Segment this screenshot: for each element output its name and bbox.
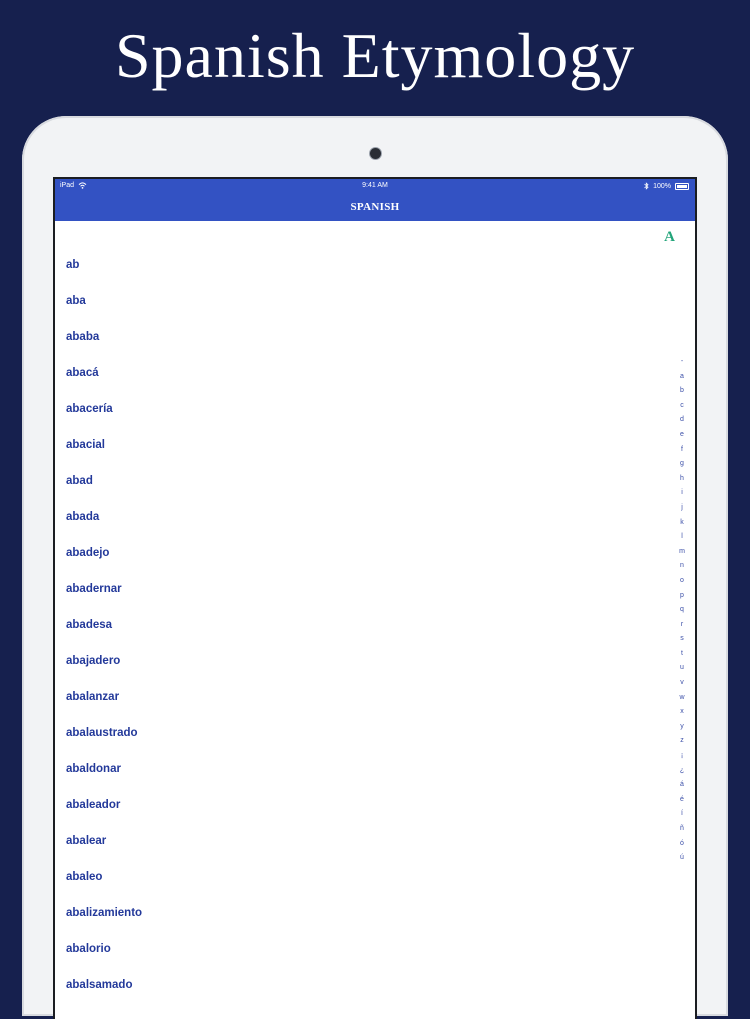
word-list-item[interactable]: abalsamado	[55, 967, 655, 1003]
index-letter[interactable]: -	[677, 355, 687, 370]
index-letter[interactable]: ó	[677, 837, 687, 852]
status-bar: iPad 9:41 AM 100%	[55, 179, 695, 193]
word-list-item[interactable]: abalanzar	[55, 679, 655, 715]
index-letter[interactable]: á	[677, 778, 687, 793]
battery-icon	[675, 182, 689, 190]
index-letter[interactable]: o	[677, 574, 687, 589]
word-list-item[interactable]: abaleador	[55, 787, 655, 823]
status-time: 9:41 AM	[362, 182, 388, 189]
nav-title: SPANISH	[350, 201, 400, 213]
index-letter[interactable]: x	[677, 705, 687, 720]
word-list-item[interactable]: ab	[55, 247, 655, 283]
index-letter[interactable]: i	[677, 486, 687, 501]
word-list-item[interactable]: abad	[55, 463, 655, 499]
index-letter[interactable]: q	[677, 603, 687, 618]
index-letter[interactable]: í	[677, 807, 687, 822]
index-letter[interactable]: c	[677, 399, 687, 414]
index-letter[interactable]: p	[677, 589, 687, 604]
index-letter[interactable]: z	[677, 734, 687, 749]
index-letter[interactable]: r	[677, 618, 687, 633]
front-camera	[370, 148, 381, 159]
index-letter[interactable]: w	[677, 691, 687, 706]
alphabet-index[interactable]: - a b c d e f g h i j k l m n o p q r s t u v w x y z ¡ ¿ á é í ñ ó ú	[677, 355, 687, 866]
index-letter[interactable]: ¡	[677, 749, 687, 764]
ipad-frame: iPad 9:41 AM 100% SPANISH A ab aba ababa ab…	[22, 116, 728, 1019]
index-letter[interactable]: a	[677, 370, 687, 385]
index-letter[interactable]: b	[677, 384, 687, 399]
index-letter[interactable]: g	[677, 457, 687, 472]
index-letter[interactable]: s	[677, 632, 687, 647]
navigation-bar: SPANISH	[55, 193, 695, 221]
index-letter[interactable]: n	[677, 559, 687, 574]
word-list-item[interactable]: abacá	[55, 355, 655, 391]
index-letter[interactable]: u	[677, 661, 687, 676]
index-letter[interactable]: m	[677, 545, 687, 560]
index-letter[interactable]: l	[677, 530, 687, 545]
word-list-item[interactable]: abalaustrado	[55, 715, 655, 751]
index-letter[interactable]: é	[677, 793, 687, 808]
word-list-item[interactable]: ababa	[55, 319, 655, 355]
index-letter[interactable]: k	[677, 516, 687, 531]
index-letter[interactable]: d	[677, 413, 687, 428]
index-letter[interactable]: h	[677, 472, 687, 487]
app-screen: iPad 9:41 AM 100% SPANISH A ab aba ababa ab…	[55, 179, 695, 1019]
battery-percentage: 100%	[653, 182, 671, 190]
section-header-letter: A	[664, 229, 675, 245]
word-list-item[interactable]: abadesa	[55, 607, 655, 643]
word-list-item[interactable]: abacería	[55, 391, 655, 427]
word-list-item[interactable]: aba	[55, 283, 655, 319]
word-list-item[interactable]: abada	[55, 499, 655, 535]
status-right: 100%	[644, 182, 689, 190]
index-letter[interactable]: j	[677, 501, 687, 516]
index-letter[interactable]: y	[677, 720, 687, 735]
index-letter[interactable]: v	[677, 676, 687, 691]
word-list-item[interactable]: abadejo	[55, 535, 655, 571]
index-letter[interactable]: ú	[677, 851, 687, 866]
index-letter[interactable]: ñ	[677, 822, 687, 837]
word-list-item[interactable]: abalorio	[55, 931, 655, 967]
index-letter[interactable]: t	[677, 647, 687, 662]
index-letter[interactable]: ¿	[677, 764, 687, 779]
word-list-item[interactable]: abaleo	[55, 859, 655, 895]
word-list: ab aba ababa abacá abacería abacial abad abada a…	[55, 247, 655, 1003]
word-list-item[interactable]: abadernar	[55, 571, 655, 607]
word-list-item[interactable]: abajadero	[55, 643, 655, 679]
promo-title: Spanish Etymology	[114, 20, 636, 91]
index-letter[interactable]: f	[677, 443, 687, 458]
bluetooth-icon	[644, 182, 649, 190]
word-list-item[interactable]: abalizamiento	[55, 895, 655, 931]
word-list-item[interactable]: abacial	[55, 427, 655, 463]
word-list-item[interactable]: abalear	[55, 823, 655, 859]
index-letter[interactable]: e	[677, 428, 687, 443]
word-list-item[interactable]: abaldonar	[55, 751, 655, 787]
